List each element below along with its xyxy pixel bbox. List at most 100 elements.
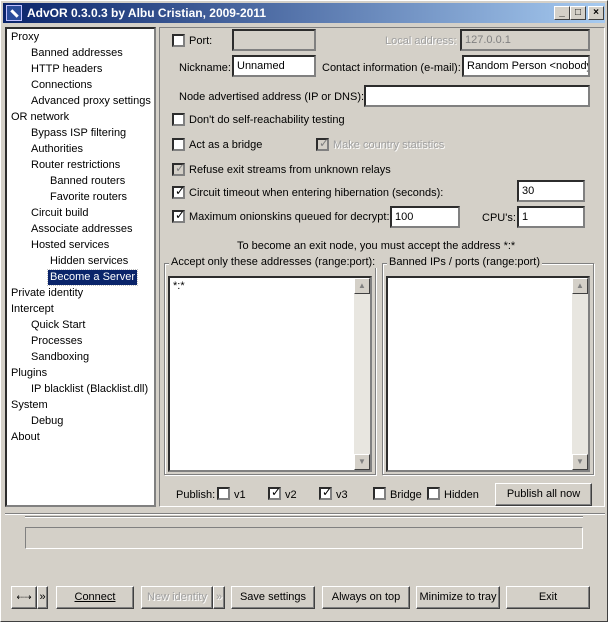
advertised-address-label: Node advertised address (IP or DNS):: [179, 91, 365, 103]
tree-item[interactable]: IP blacklist (Blacklist.dll): [29, 382, 150, 397]
scroll-up-icon[interactable]: ▲: [572, 278, 588, 294]
tree-item[interactable]: Connections: [29, 78, 94, 93]
cpus-label: CPU's:: [482, 212, 516, 224]
tree-item[interactable]: About: [9, 430, 42, 445]
refuse-exit-label: Refuse exit streams from unknown relays: [189, 164, 391, 176]
advertised-address-field[interactable]: [364, 85, 590, 107]
close-button[interactable]: ×: [588, 6, 604, 20]
tree-item[interactable]: Hosted services: [29, 238, 111, 253]
local-address-label: Local address:: [385, 35, 457, 47]
bridge-label: Act as a bridge: [189, 139, 263, 151]
circuit-timeout-field[interactable]: 30: [517, 180, 585, 202]
tree-item[interactable]: System: [9, 398, 50, 413]
accept-scrollbar[interactable]: ▲ ▼: [354, 278, 370, 470]
accept-addresses-memo[interactable]: *:* ▲ ▼: [168, 276, 372, 472]
check-mark-icon: ✓: [319, 136, 330, 150]
publish-v1-checkbox[interactable]: [217, 487, 230, 500]
contact-label: Contact information (e-mail):: [322, 62, 461, 74]
new-identity-button[interactable]: New identity: [141, 586, 213, 609]
network-menu-icon[interactable]: ⇠⇢: [11, 586, 37, 609]
tree-item[interactable]: Associate addresses: [29, 222, 135, 237]
main-window: AdvOR 0.3.0.3 by Albu Cristian, 2009-201…: [0, 0, 608, 622]
tree-item[interactable]: Banned routers: [48, 174, 127, 189]
accept-addresses-title: Accept only these addresses (range:port)…: [169, 256, 378, 268]
tree-item[interactable]: Router restrictions: [29, 158, 122, 173]
always-on-top-button[interactable]: Always on top: [322, 586, 410, 609]
publish-v3-label: v3: [336, 489, 348, 501]
tree-item[interactable]: Bypass ISP filtering: [29, 126, 128, 141]
publish-label: Publish:: [176, 489, 216, 501]
publish-bridge-label: Bridge: [390, 489, 422, 501]
app-icon: [6, 5, 22, 21]
publish-v1-label: v1: [234, 489, 246, 501]
check-mark-icon: ✓: [322, 485, 333, 499]
minimize-button[interactable]: _: [554, 6, 570, 20]
tree-item[interactable]: Circuit build: [29, 206, 90, 221]
minimize-to-tray-button[interactable]: Minimize to tray: [416, 586, 500, 609]
tree-item[interactable]: Favorite routers: [48, 190, 129, 205]
tree-item[interactable]: OR network: [9, 110, 71, 125]
nickname-label: Nickname:: [179, 62, 231, 74]
publish-v2-checkbox[interactable]: ✓: [268, 485, 282, 500]
maximize-button[interactable]: □: [570, 6, 586, 20]
settings-tree[interactable]: Proxy Banned addresses HTTP headers Connect…: [5, 27, 156, 507]
title-bar[interactable]: AdvOR 0.3.0.3 by Albu Cristian, 2009-201…: [3, 3, 605, 23]
scroll-down-icon[interactable]: ▼: [354, 454, 370, 470]
new-identity-arrow-icon[interactable]: »: [213, 586, 225, 609]
tree-item[interactable]: Intercept: [9, 302, 56, 317]
publish-bridge-checkbox[interactable]: [373, 487, 386, 500]
max-onionskins-label: Maximum onionskins queued for decrypt:: [189, 211, 390, 223]
check-mark-icon: ✓: [175, 208, 186, 222]
tree-item[interactable]: Plugins: [9, 366, 49, 381]
scroll-up-icon[interactable]: ▲: [354, 278, 370, 294]
publish-v3-checkbox[interactable]: ✓: [319, 485, 333, 500]
network-menu-arrow-icon[interactable]: »: [37, 586, 48, 609]
tree-item[interactable]: Private identity: [9, 286, 85, 301]
banned-scrollbar[interactable]: ▲ ▼: [572, 278, 588, 470]
banned-ips-group: Banned IPs / ports (range:port) ▲ ▼: [382, 256, 594, 475]
tree-item[interactable]: Proxy: [9, 30, 41, 45]
publish-hidden-checkbox[interactable]: [427, 487, 440, 500]
contact-field[interactable]: Random Person <nobody: [462, 55, 590, 77]
separator: [5, 513, 605, 515]
nickname-field[interactable]: Unnamed: [232, 55, 316, 77]
circuit-timeout-label: Circuit timeout when entering hibernatio…: [189, 187, 444, 199]
max-onionskins-checkbox[interactable]: ✓: [172, 208, 186, 223]
country-stats-checkbox[interactable]: ✓: [316, 136, 330, 151]
banned-ips-title: Banned IPs / ports (range:port): [387, 256, 543, 268]
bridge-checkbox[interactable]: [172, 138, 185, 151]
window-title: AdvOR 0.3.0.3 by Albu Cristian, 2009-201…: [27, 6, 266, 20]
tree-item[interactable]: Authorities: [29, 142, 85, 157]
tree-item[interactable]: Sandboxing: [29, 350, 91, 365]
port-checkbox[interactable]: [172, 34, 185, 47]
tree-item[interactable]: Become a Server: [47, 269, 138, 286]
status-box: [25, 527, 583, 549]
country-stats-label: Make country statistics: [333, 139, 445, 151]
publish-hidden-label: Hidden: [444, 489, 479, 501]
tree-item[interactable]: Debug: [29, 414, 65, 429]
tree-item[interactable]: Banned addresses: [29, 46, 125, 61]
circuit-timeout-checkbox[interactable]: ✓: [172, 184, 185, 199]
cpus-field[interactable]: 1: [517, 206, 585, 228]
no-reachability-checkbox[interactable]: [172, 113, 185, 126]
connect-button[interactable]: Connect: [56, 586, 134, 609]
publish-all-now-button[interactable]: Publish all now: [495, 483, 592, 506]
tree-item[interactable]: Hidden services: [48, 254, 130, 269]
max-onionskins-field[interactable]: 100: [390, 206, 460, 228]
check-mark-icon: ✓: [271, 485, 282, 499]
tree-item[interactable]: Quick Start: [29, 318, 87, 333]
local-address-field[interactable]: 127.0.0.1: [460, 29, 590, 51]
port-field[interactable]: [232, 29, 316, 51]
accept-addresses-group: Accept only these addresses (range:port)…: [164, 256, 378, 475]
exit-node-note: To become an exit node, you must accept …: [237, 240, 516, 252]
scroll-down-icon[interactable]: ▼: [572, 454, 588, 470]
publish-v2-label: v2: [285, 489, 297, 501]
exit-button[interactable]: Exit: [506, 586, 590, 609]
tree-item[interactable]: Processes: [29, 334, 84, 349]
banned-ips-memo[interactable]: ▲ ▼: [386, 276, 590, 472]
check-mark-icon: ✓: [175, 161, 186, 175]
tree-item[interactable]: Advanced proxy settings: [29, 94, 153, 109]
tree-item[interactable]: HTTP headers: [29, 62, 104, 77]
refuse-exit-checkbox[interactable]: ✓: [172, 161, 186, 176]
save-settings-button[interactable]: Save settings: [231, 586, 315, 609]
